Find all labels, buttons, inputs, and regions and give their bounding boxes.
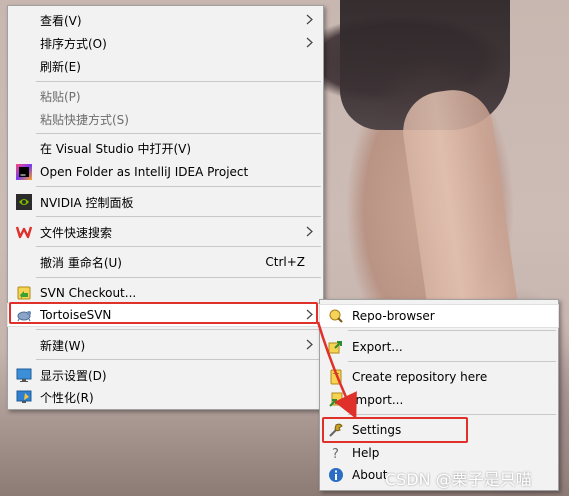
menu-separator <box>36 359 321 360</box>
chevron-right-icon <box>306 226 313 237</box>
menu-item-open-intellij[interactable]: Open Folder as IntelliJ IDEA Project <box>8 161 323 183</box>
submenu-item-create-repository[interactable]: Create repository here <box>320 366 558 388</box>
menu-item-label: Import... <box>352 393 404 407</box>
highlight-box-tortoisesvn <box>9 302 318 324</box>
menu-item-file-quick-search[interactable]: 文件快速搜索 <box>8 221 323 243</box>
wps-icon <box>16 226 32 239</box>
menu-item-label: 查看(V) <box>40 13 82 28</box>
submenu-item-repo-browser[interactable]: Repo-browser <box>319 304 559 328</box>
submenu-item-import[interactable]: Import... <box>320 389 558 411</box>
import-icon <box>329 392 343 407</box>
menu-separator <box>348 330 556 331</box>
svg-text:?: ? <box>332 447 339 461</box>
nvidia-icon <box>16 194 32 210</box>
menu-item-personalize[interactable]: 个性化(R) <box>8 386 323 408</box>
menu-item-label: Repo-browser <box>352 309 435 323</box>
menu-item-open-in-visual-studio[interactable]: 在 Visual Studio 中打开(V) <box>8 137 323 159</box>
menu-item-undo-rename[interactable]: 撤消 重命名(U) Ctrl+Z <box>8 251 323 273</box>
help-icon: ? <box>332 447 339 461</box>
menu-item-label: Help <box>352 446 380 460</box>
chevron-right-icon <box>306 37 313 48</box>
create-repository-icon <box>330 369 342 385</box>
menu-item-label: Open Folder as IntelliJ IDEA Project <box>40 165 249 179</box>
menu-separator <box>36 246 321 247</box>
menu-separator <box>36 186 321 187</box>
menu-item-label: NVIDIA 控制面板 <box>40 195 134 210</box>
menu-separator <box>36 81 321 82</box>
menu-separator <box>348 361 556 362</box>
watermark: CSDN @栗子是只喵 <box>385 470 532 489</box>
submenu-item-help[interactable]: ? Help <box>320 442 558 464</box>
menu-item-label: 刷新(E) <box>40 59 81 74</box>
menu-item-label: 粘贴快捷方式(S) <box>40 112 129 127</box>
menu-item-paste[interactable]: 粘贴(P) <box>8 85 323 107</box>
intellij-icon <box>16 164 32 180</box>
menu-separator <box>348 414 556 415</box>
menu-item-refresh[interactable]: 刷新(E) <box>8 55 323 77</box>
menu-item-label: 粘贴(P) <box>40 89 81 104</box>
menu-item-svn-checkout[interactable]: SVN Checkout... <box>8 282 323 304</box>
menu-item-label: 显示设置(D) <box>40 368 107 383</box>
menu-item-label: SVN Checkout... <box>40 286 137 300</box>
desktop-context-menu: 查看(V) 排序方式(O) 刷新(E) 粘贴(P) 粘贴快捷方式(S) 在 Vi… <box>7 5 324 410</box>
menu-item-label: Create repository here <box>352 370 488 384</box>
info-icon <box>329 468 343 482</box>
menu-item-label: 在 Visual Studio 中打开(V) <box>40 141 192 156</box>
menu-item-label: 新建(W) <box>40 338 86 353</box>
export-icon <box>328 341 342 354</box>
menu-item-label: 撤消 重命名(U) <box>40 255 122 270</box>
personalize-icon <box>16 390 32 403</box>
menu-separator <box>36 133 321 134</box>
highlight-box-settings <box>322 417 468 443</box>
submenu-item-export[interactable]: Export... <box>320 336 558 358</box>
menu-item-shortcut: Ctrl+Z <box>265 255 305 269</box>
menu-item-new[interactable]: 新建(W) <box>8 334 323 356</box>
repo-browser-icon <box>329 309 343 323</box>
menu-item-paste-shortcut[interactable]: 粘贴快捷方式(S) <box>8 108 323 130</box>
menu-separator <box>36 329 321 330</box>
menu-item-label: Export... <box>352 340 403 354</box>
menu-item-label: About <box>352 468 388 482</box>
menu-item-display-settings[interactable]: 显示设置(D) <box>8 364 323 386</box>
display-icon <box>16 368 32 382</box>
menu-item-view[interactable]: 查看(V) <box>8 9 323 31</box>
menu-item-label: 文件快速搜索 <box>40 225 113 240</box>
svn-checkout-icon <box>17 286 31 300</box>
menu-separator <box>36 277 321 278</box>
menu-item-sort-by[interactable]: 排序方式(O) <box>8 32 323 54</box>
menu-item-nvidia-control-panel[interactable]: NVIDIA 控制面板 <box>8 191 323 213</box>
menu-separator <box>36 216 321 217</box>
menu-item-label: 排序方式(O) <box>40 36 107 51</box>
chevron-right-icon <box>306 14 313 25</box>
chevron-right-icon <box>306 339 313 350</box>
tortoisesvn-submenu: Repo-browser Export... Create repository… <box>319 299 559 491</box>
menu-item-label: 个性化(R) <box>40 390 94 405</box>
